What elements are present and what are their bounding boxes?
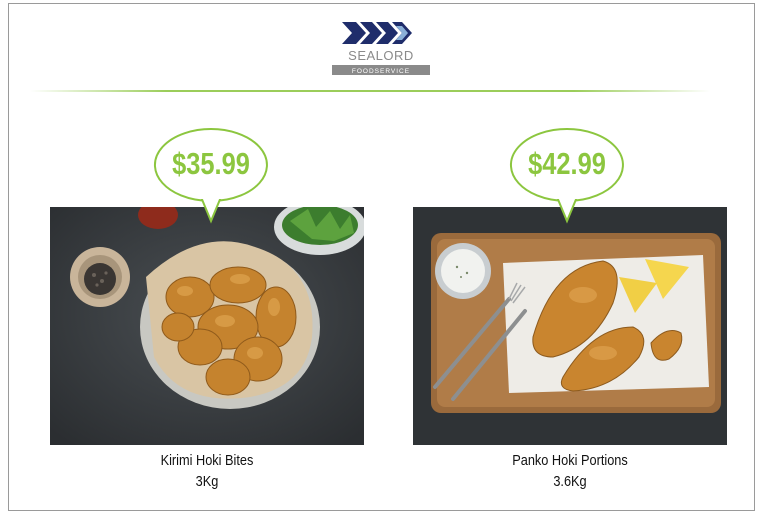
price-bubble-2: $42.99 bbox=[509, 127, 625, 227]
product-size-1: 3Kg bbox=[195, 473, 219, 490]
sealord-logo: SEALORD FOODSERVICE bbox=[326, 18, 436, 78]
product-name-2: Panko Hoki Portions bbox=[512, 452, 628, 469]
price-bubble-1: $35.99 bbox=[153, 127, 269, 227]
product-size-2: 3.6Kg bbox=[553, 473, 587, 490]
logo-tagline-text: FOODSERVICE bbox=[352, 68, 410, 75]
logo-brand-text: SEALORD bbox=[348, 48, 414, 63]
header-divider bbox=[30, 90, 710, 92]
price-label-2: $42.99 bbox=[528, 146, 606, 181]
product-image-panko-fish-fillets bbox=[413, 207, 727, 445]
product-image-fried-fish-bites bbox=[50, 207, 364, 445]
product-name-1: Kirimi Hoki Bites bbox=[160, 452, 254, 469]
price-label-1: $35.99 bbox=[172, 146, 250, 181]
